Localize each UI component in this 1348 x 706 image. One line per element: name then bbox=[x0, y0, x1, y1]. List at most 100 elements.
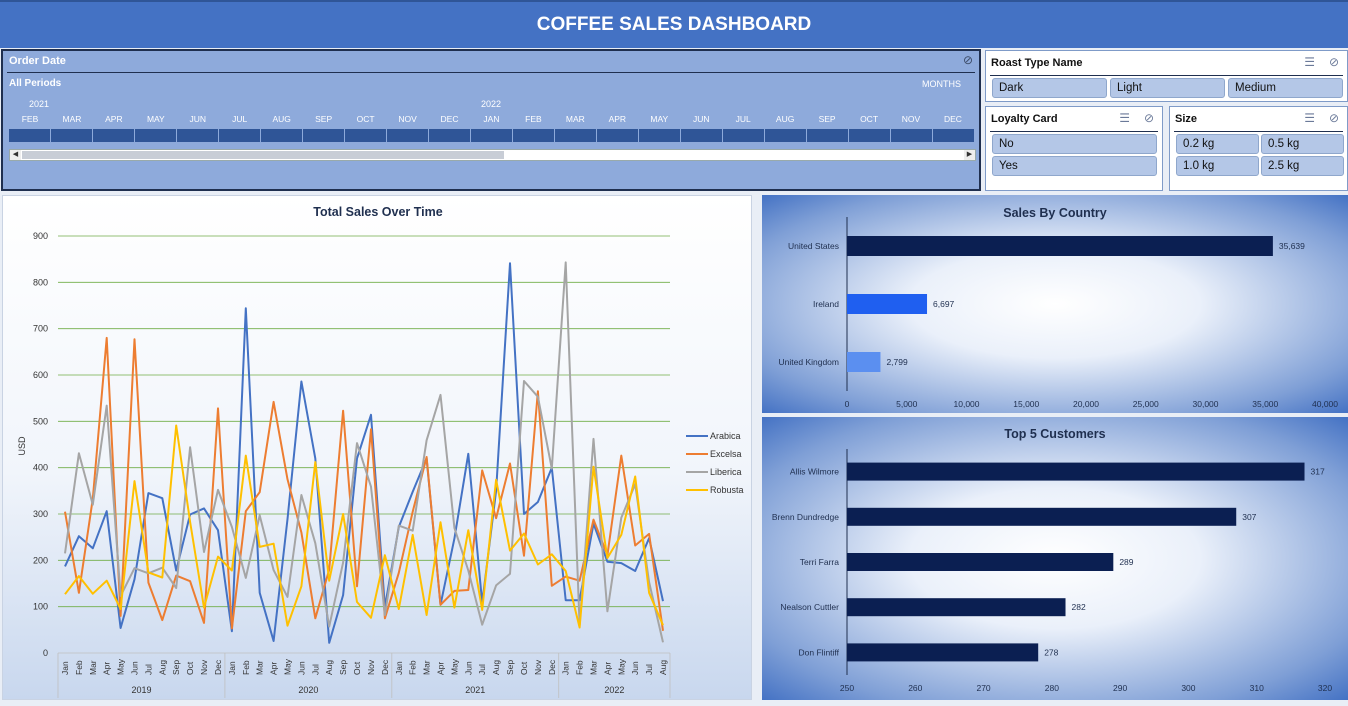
y-tick-label: 300 bbox=[33, 509, 48, 519]
roast-light-button[interactable]: Light bbox=[1110, 78, 1225, 98]
x-tick-label: 20,000 bbox=[1073, 399, 1099, 409]
size-25-button[interactable]: 2.5 kg bbox=[1261, 156, 1344, 176]
order-date-timeline[interactable]: Order Date ⊘ All Periods MONTHS 2021 202… bbox=[1, 49, 981, 191]
x-tick-label: Mar bbox=[255, 660, 265, 675]
timeline-month-bar[interactable] bbox=[51, 129, 92, 142]
y-tick-label: 800 bbox=[33, 277, 48, 287]
timeline-month-bar[interactable] bbox=[933, 129, 974, 142]
x-tick-label: Mar bbox=[88, 660, 98, 675]
clear-filter-icon[interactable]: ⊘ bbox=[1144, 111, 1154, 125]
loyalty-no-button[interactable]: No bbox=[992, 134, 1157, 154]
roast-dark-button[interactable]: Dark bbox=[992, 78, 1107, 98]
total-sales-chart-panel[interactable]: Total Sales Over Time 0 100 200 300 400 500 600… bbox=[2, 195, 752, 700]
x-tick-label: 35,000 bbox=[1252, 399, 1278, 409]
timeline-month-label: JUN bbox=[189, 114, 207, 124]
timeline-month-bar[interactable] bbox=[639, 129, 680, 142]
timeline-month-label: MAR bbox=[565, 114, 585, 124]
timeline-month-bar[interactable] bbox=[177, 129, 218, 142]
timeline-month-bar[interactable] bbox=[471, 129, 512, 142]
x-tick-label: 5,000 bbox=[896, 399, 918, 409]
x-tick-label: Jun bbox=[630, 661, 640, 675]
timeline-month-bar[interactable] bbox=[765, 129, 806, 142]
category-label: Terri Farra bbox=[800, 557, 839, 567]
loyalty-card-slicer[interactable]: Loyalty Card ☰ ⊘ No Yes bbox=[985, 106, 1163, 191]
x-tick-label: Oct bbox=[185, 661, 195, 675]
timeline-month-bar[interactable] bbox=[345, 129, 386, 142]
data-label: 278 bbox=[1044, 647, 1058, 657]
y-tick-label: 900 bbox=[33, 231, 48, 241]
x-tick-label: May bbox=[449, 658, 459, 675]
top-customers-panel[interactable]: Top 5 Customers Allis Wilmore 317 Brenn Dun… bbox=[762, 417, 1348, 700]
data-label: 35,639 bbox=[1279, 241, 1305, 251]
clear-filter-icon[interactable]: ⊘ bbox=[1329, 55, 1339, 69]
timeline-month-bar[interactable] bbox=[387, 129, 428, 142]
chart-title: Top 5 Customers bbox=[1004, 427, 1105, 441]
multi-select-icon[interactable]: ☰ bbox=[1119, 111, 1130, 125]
timeline-month-label: JUL bbox=[735, 114, 751, 124]
x-tick-label: Jan bbox=[227, 661, 237, 675]
size-05-button[interactable]: 0.5 kg bbox=[1261, 134, 1344, 154]
timeline-month-label: SEP bbox=[315, 114, 333, 124]
timeline-month-bar[interactable] bbox=[429, 129, 470, 142]
timeline-unit-dropdown[interactable]: MONTHS bbox=[922, 79, 961, 89]
timeline-month-label: JUN bbox=[692, 114, 710, 124]
timeline-month-bar[interactable] bbox=[807, 129, 848, 142]
timeline-month-bar[interactable] bbox=[891, 129, 932, 142]
timeline-month-label: FEB bbox=[21, 114, 39, 124]
timeline-month-label: APR bbox=[105, 114, 123, 124]
scroll-right-icon[interactable]: ▶ bbox=[964, 150, 975, 160]
timeline-month-bar[interactable] bbox=[513, 129, 554, 142]
size-02-button[interactable]: 0.2 kg bbox=[1176, 134, 1259, 154]
timeline-month-label: NOV bbox=[901, 114, 921, 124]
clear-filter-icon[interactable]: ⊘ bbox=[963, 53, 973, 67]
roast-medium-button[interactable]: Medium bbox=[1228, 78, 1343, 98]
multi-select-icon[interactable]: ☰ bbox=[1304, 111, 1315, 125]
size-slicer-header: Size bbox=[1175, 113, 1198, 125]
size-10-button[interactable]: 1.0 kg bbox=[1176, 156, 1259, 176]
timeline-month-bar[interactable] bbox=[597, 129, 638, 142]
size-slicer[interactable]: Size ☰ ⊘ 0.2 kg 0.5 kg 1.0 kg 2.5 kg bbox=[1169, 106, 1348, 191]
x-tick-label: Aug bbox=[324, 660, 334, 675]
x-tick-label: 10,000 bbox=[954, 399, 980, 409]
y-tick-label: 600 bbox=[33, 370, 48, 380]
scroll-thumb[interactable] bbox=[22, 151, 504, 159]
category-label: Ireland bbox=[813, 299, 839, 309]
category-label: United Kingdom bbox=[779, 357, 839, 367]
timeline-month-bar[interactable] bbox=[261, 129, 302, 142]
timeline-month-label: JAN bbox=[483, 114, 500, 124]
roast-slicer-header: Roast Type Name bbox=[991, 57, 1083, 69]
timeline-month-bar[interactable] bbox=[135, 129, 176, 142]
loyalty-yes-button[interactable]: Yes bbox=[992, 156, 1157, 176]
timeline-month-bar[interactable] bbox=[93, 129, 134, 142]
x-tick-label: Apr bbox=[436, 662, 446, 675]
x-tick-label: Oct bbox=[352, 661, 362, 675]
roast-type-slicer[interactable]: Roast Type Name ☰ ⊘ Dark Light Medium bbox=[985, 50, 1348, 102]
timeline-month-bar[interactable] bbox=[849, 129, 890, 142]
clear-filter-icon[interactable]: ⊘ bbox=[1329, 111, 1339, 125]
timeline-month-bar[interactable] bbox=[303, 129, 344, 142]
bar bbox=[847, 553, 1114, 571]
timeline-month-bar[interactable] bbox=[555, 129, 596, 142]
y-tick-label: 100 bbox=[33, 602, 48, 612]
category-label: Don Flintiff bbox=[799, 647, 840, 657]
scroll-left-icon[interactable]: ◀ bbox=[10, 150, 21, 160]
x-tick-label: Feb bbox=[575, 660, 585, 675]
x-tick-label: Nov bbox=[199, 659, 209, 675]
timeline-month-label: JUL bbox=[232, 114, 248, 124]
x-tick-label: 0 bbox=[845, 399, 850, 409]
timeline-month-bar[interactable] bbox=[219, 129, 260, 142]
x-tick-label: 320 bbox=[1318, 683, 1332, 693]
bar bbox=[847, 236, 1273, 256]
timeline-month-bar[interactable] bbox=[681, 129, 722, 142]
timeline-month-bar[interactable] bbox=[9, 129, 50, 142]
dashboard-title: COFFEE SALES DASHBOARD bbox=[0, 0, 1348, 48]
sales-by-country-panel[interactable]: Sales By Country United States 35,639 Irela… bbox=[762, 195, 1348, 413]
timeline-month-bars[interactable] bbox=[9, 129, 974, 142]
y-tick-label: 200 bbox=[33, 555, 48, 565]
chart-title: Sales By Country bbox=[1003, 206, 1107, 220]
timeline-month-label: OCT bbox=[356, 114, 375, 124]
timeline-month-label: MAR bbox=[62, 114, 82, 124]
multi-select-icon[interactable]: ☰ bbox=[1304, 55, 1315, 69]
timeline-month-bar[interactable] bbox=[723, 129, 764, 142]
timeline-scrollbar[interactable]: ◀ ▶ bbox=[9, 149, 976, 161]
